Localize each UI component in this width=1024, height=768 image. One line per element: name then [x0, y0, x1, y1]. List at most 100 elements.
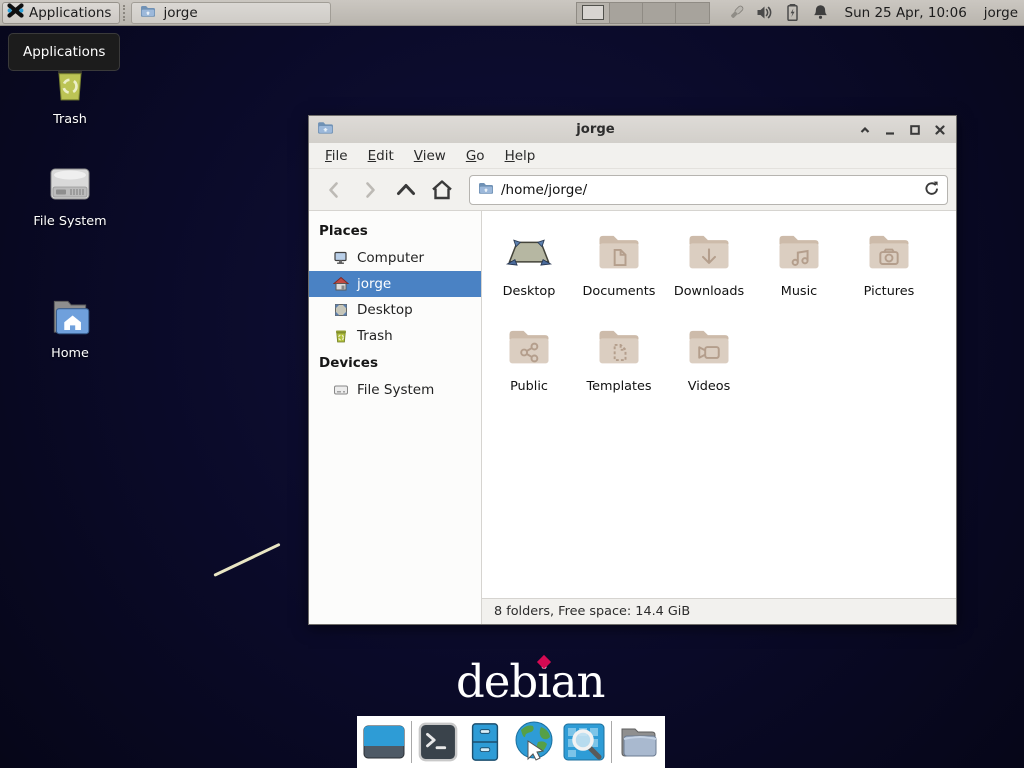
notifications-bell-icon[interactable] — [811, 3, 830, 22]
top-panel: Applications jorge — [0, 0, 1024, 26]
dock-folder-icon[interactable] — [616, 719, 660, 765]
battery-icon[interactable] — [783, 3, 802, 22]
sidebar-item-computer[interactable]: Computer — [309, 245, 481, 271]
folder-item-desktop[interactable]: Desktop — [484, 223, 574, 318]
sidebar-item-label: Computer — [357, 250, 424, 266]
desktop-icon-label: File System — [33, 214, 106, 229]
home-icon — [333, 276, 349, 292]
show-desktop-icon[interactable] — [362, 719, 406, 765]
dock-separator — [411, 721, 412, 763]
computer-icon — [333, 250, 349, 266]
folder-label: Pictures — [864, 284, 915, 299]
sidebar-item-label: Desktop — [357, 302, 413, 318]
folder-item-documents[interactable]: Documents — [574, 223, 664, 318]
applications-menu-button[interactable]: Applications — [2, 2, 120, 24]
desktop-icon-label: Home — [51, 346, 89, 361]
address-folder-icon — [478, 180, 494, 200]
sidebar-item-label: Trash — [357, 328, 393, 344]
folder-label: Downloads — [674, 284, 744, 299]
toolbar: /home/jorge/ — [309, 169, 956, 211]
music-folder-icon — [773, 225, 825, 277]
applications-tooltip: Applications — [8, 33, 120, 71]
sidebar-item-desktop[interactable]: Desktop — [309, 297, 481, 323]
sidebar-item-label: File System — [357, 382, 434, 398]
workspace-window-preview — [582, 5, 604, 20]
sidebar-item-trash[interactable]: Trash — [309, 323, 481, 349]
menu-help[interactable]: Help — [495, 148, 546, 164]
dock-separator — [611, 721, 612, 763]
sidebar-item-jorge[interactable]: jorge — [309, 271, 481, 297]
drive-icon — [333, 382, 349, 398]
desktop-icon-label: Trash — [53, 112, 87, 127]
tooltip-text: Applications — [23, 44, 105, 60]
status-text: 8 folders, Free space: 14.4 GiB — [494, 604, 690, 619]
taskbar-window-button[interactable]: jorge — [131, 2, 331, 24]
panel-handle[interactable] — [123, 5, 128, 21]
terminal-icon[interactable] — [417, 719, 459, 765]
workspace-1[interactable] — [577, 3, 610, 23]
logo-text: deb — [456, 655, 537, 708]
menubar: File Edit View Go Help — [309, 143, 956, 169]
reload-icon[interactable] — [923, 180, 939, 200]
panel-clock[interactable]: Sun 25 Apr, 10:06 — [845, 5, 967, 21]
workspace-2[interactable] — [610, 3, 643, 23]
address-bar[interactable]: /home/jorge/ — [469, 175, 948, 205]
web-browser-icon[interactable] — [511, 719, 557, 765]
applications-icon — [7, 2, 24, 23]
paint-stroke — [213, 543, 280, 577]
logo-text: i — [537, 655, 550, 708]
home-folder-icon — [45, 295, 95, 339]
folder-item-downloads[interactable]: Downloads — [664, 223, 754, 318]
menu-file[interactable]: File — [315, 148, 358, 164]
minimize-button[interactable] — [882, 122, 898, 138]
sidebar-places-header: Places — [309, 217, 481, 245]
up-button[interactable] — [389, 175, 423, 205]
folder-item-public[interactable]: Public — [484, 318, 574, 413]
sidebar-devices-header: Devices — [309, 349, 481, 377]
trash-icon — [333, 328, 349, 344]
panel-user-menu[interactable]: jorge — [984, 5, 1018, 21]
file-cabinet-icon[interactable] — [464, 719, 506, 765]
sidebar-item-label: jorge — [357, 276, 391, 292]
home-button[interactable] — [425, 175, 459, 205]
workspace-4[interactable] — [676, 3, 709, 23]
removable-device-icon[interactable] — [727, 3, 746, 22]
maximize-button[interactable] — [907, 122, 923, 138]
folder-item-templates[interactable]: Templates — [574, 318, 664, 413]
statusbar: 8 folders, Free space: 14.4 GiB — [482, 598, 956, 624]
folder-label: Public — [510, 379, 548, 394]
titlebar[interactable]: jorge — [309, 116, 956, 143]
window-title: jorge — [334, 122, 857, 137]
desktop-icon-home[interactable]: Home — [20, 295, 120, 361]
address-path[interactable]: /home/jorge/ — [501, 182, 916, 198]
back-button[interactable] — [317, 175, 351, 205]
workspace-pager — [576, 2, 710, 24]
folder-item-videos[interactable]: Videos — [664, 318, 754, 413]
folder-item-pictures[interactable]: Pictures — [844, 223, 934, 318]
app-finder-icon[interactable] — [562, 719, 606, 765]
forward-button[interactable] — [353, 175, 387, 205]
hard-drive-icon — [44, 163, 96, 207]
menu-edit[interactable]: Edit — [358, 148, 404, 164]
documents-folder-icon — [593, 225, 645, 277]
videos-folder-icon — [683, 320, 735, 372]
window-folder-icon — [140, 3, 156, 23]
menu-view[interactable]: View — [404, 148, 456, 164]
sidebar-item-file-system[interactable]: File System — [309, 377, 481, 403]
workspace-3[interactable] — [643, 3, 676, 23]
folder-label: Music — [781, 284, 817, 299]
templates-folder-icon — [593, 320, 645, 372]
desktop-icon-file-system[interactable]: File System — [20, 163, 120, 229]
folder-label: Templates — [586, 379, 651, 394]
shade-button[interactable] — [857, 122, 873, 138]
downloads-folder-icon — [683, 225, 735, 277]
close-button[interactable] — [932, 122, 948, 138]
desktop-icon — [333, 302, 349, 318]
folder-item-music[interactable]: Music — [754, 223, 844, 318]
desktop-special-icon — [503, 225, 555, 277]
dock — [357, 716, 665, 768]
volume-icon[interactable] — [755, 3, 774, 22]
file-manager-window: jorge File Edit View Go Help — [308, 115, 957, 625]
menu-go[interactable]: Go — [456, 148, 495, 164]
logo-text: an — [551, 655, 605, 708]
